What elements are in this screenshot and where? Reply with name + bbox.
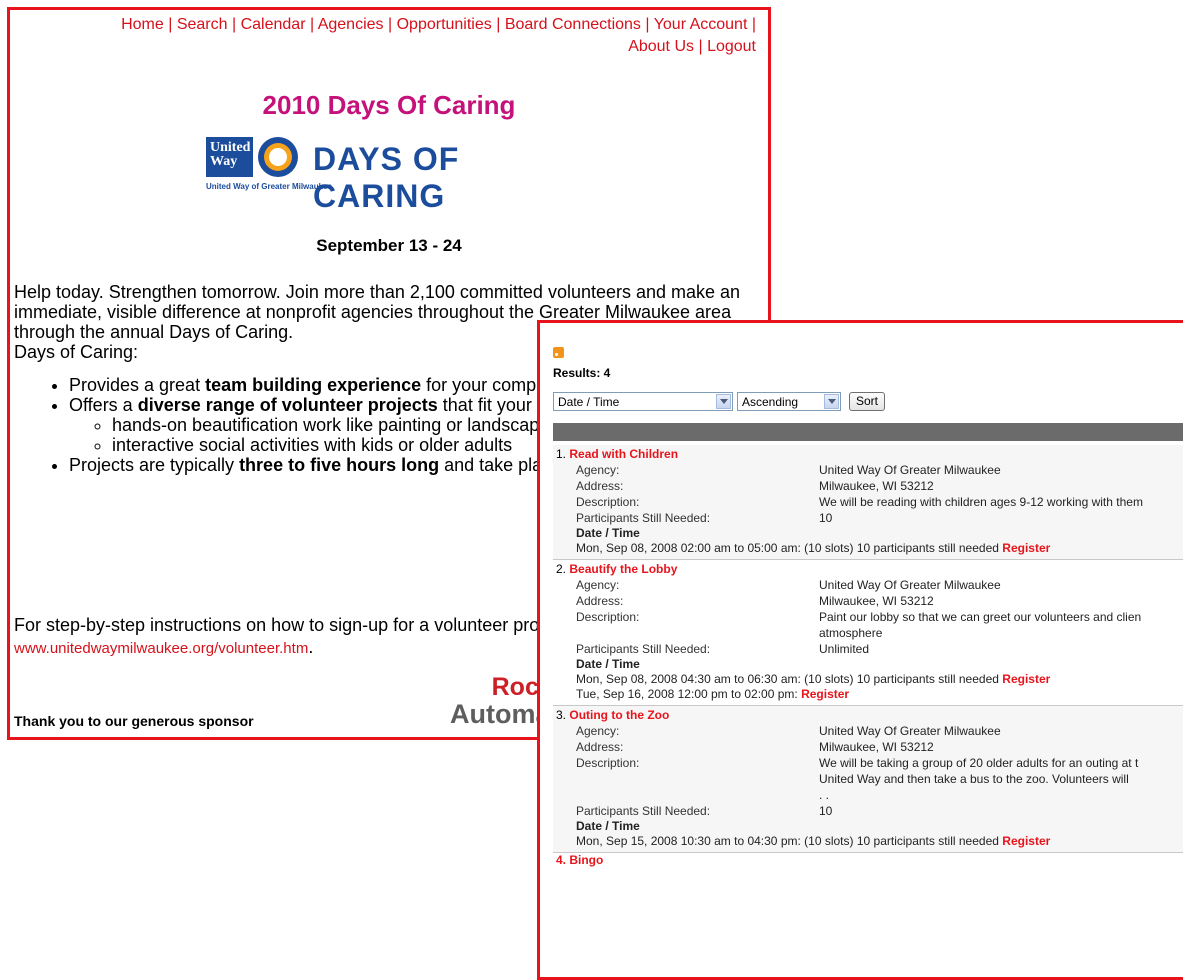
time-slot: Mon, Sep 08, 2008 04:30 am to 06:30 am: … [576, 672, 1051, 686]
register-link[interactable]: Register [801, 687, 849, 701]
address-label: Address: [576, 479, 624, 493]
datetime-heading: Date / Time [576, 819, 640, 833]
rss-feed-icon[interactable] [553, 347, 564, 358]
sort-button[interactable]: Sort [849, 392, 885, 411]
agency-label: Agency: [576, 578, 620, 592]
time-slot: Mon, Sep 15, 2008 10:30 am to 04:30 pm: … [576, 834, 1051, 848]
description-label: Description: [576, 610, 640, 624]
results-count: Results: 4 [553, 366, 611, 380]
register-link[interactable]: Register [1002, 672, 1050, 686]
nav-separator: | [645, 16, 650, 33]
nav-board-connections[interactable]: Board Connections [505, 16, 641, 33]
description-ellipsis: . . [819, 788, 830, 802]
description-continued: United Way and then take a bus to the zo… [819, 772, 1129, 786]
participants-value: 10 [819, 804, 833, 818]
description-value: We will be reading with children ages 9-… [819, 495, 1143, 509]
instructions-text: For step-by-step instructions on how to … [14, 615, 609, 635]
register-link[interactable]: Register [1002, 834, 1050, 848]
description-continued: atmosphere [819, 626, 883, 640]
participants-label: Participants Still Needed: [576, 804, 711, 818]
sort-field-select[interactable]: Date / Time [553, 392, 733, 411]
page-title: 2010 Days Of Caring [262, 90, 516, 120]
opportunity-results-panel: Results: 4 Date / Time Ascending Sort 1.… [537, 320, 1183, 980]
nav-your-account[interactable]: Your Account [654, 16, 748, 33]
address-value: Milwaukee, WI 53212 [819, 740, 934, 754]
opportunity-title: 1. Read with Children [556, 447, 679, 461]
address-label: Address: [576, 740, 624, 754]
nav-home[interactable]: Home [121, 16, 164, 33]
nav-separator: | [168, 16, 173, 33]
nav-calendar[interactable]: Calendar [241, 16, 306, 33]
address-value: Milwaukee, WI 53212 [819, 594, 934, 608]
top-navigation: Home | Search | Calendar | Agencies | Op… [16, 14, 756, 58]
chevron-down-icon[interactable] [824, 394, 839, 409]
nav-agencies[interactable]: Agencies [318, 16, 384, 33]
agency-label: Agency: [576, 724, 620, 738]
results-list: 1. Read with Children Agency: United Way … [553, 445, 1183, 867]
participants-value: Unlimited [819, 642, 870, 656]
united-way-hand-icon [258, 137, 298, 177]
participants-value: 10 [819, 511, 833, 525]
description-label: Description: [576, 756, 640, 770]
united-way-badge: United Way [206, 137, 253, 177]
agency-value: United Way Of Greater Milwaukee [819, 463, 1001, 477]
address-label: Address: [576, 594, 624, 608]
chevron-down-icon[interactable] [716, 394, 731, 409]
nav-separator: | [309, 16, 315, 33]
address-value: Milwaukee, WI 53212 [819, 479, 934, 493]
list-item: 1. Read with Children Agency: United Way … [553, 445, 1183, 560]
description-value: Paint our lobby so that we can greet our… [819, 610, 1142, 624]
nav-separator: | [387, 16, 393, 33]
time-slot: Tue, Sep 16, 2008 12:00 pm to 02:00 pm: … [576, 687, 850, 701]
datetime-heading: Date / Time [576, 526, 640, 540]
opportunity-title: 2. Beautify the Lobby [556, 562, 678, 576]
nav-about-us[interactable]: About Us [628, 38, 694, 55]
description-value: We will be taking a group of 20 older ad… [819, 756, 1139, 770]
nav-separator: | [751, 16, 756, 33]
opportunity-title-partial[interactable]: 4. Bingo [553, 853, 1183, 867]
time-slot: Mon, Sep 08, 2008 02:00 am to 05:00 am: … [576, 541, 1051, 555]
logo-subtitle: United Way of Greater Milwaukee [206, 182, 332, 191]
nav-separator: | [698, 38, 703, 55]
volunteer-link[interactable]: www.unitedwaymilwaukee.org/volunteer.htm [14, 640, 308, 657]
logo-wordmark: DAYS OF CARING [313, 141, 460, 214]
sponsor-thanks: Thank you to our generous sponsor [14, 713, 254, 729]
agency-label: Agency: [576, 463, 620, 477]
nav-search[interactable]: Search [177, 16, 228, 33]
opportunity-title: 3. Outing to the Zoo [556, 708, 670, 722]
participants-label: Participants Still Needed: [576, 642, 711, 656]
list-item: 2. Beautify the Lobby Agency: United Way … [553, 560, 1183, 706]
datetime-heading: Date / Time [576, 657, 640, 671]
nav-opportunities[interactable]: Opportunities [397, 16, 492, 33]
agency-value: United Way Of Greater Milwaukee [819, 578, 1001, 592]
opportunity-link[interactable]: Read with Children [569, 447, 678, 461]
participants-label: Participants Still Needed: [576, 511, 711, 525]
nav-separator: | [496, 16, 501, 33]
event-dates: September 13 - 24 [316, 236, 462, 255]
results-header-bar [553, 423, 1183, 441]
opportunity-link[interactable]: Beautify the Lobby [569, 562, 677, 576]
days-of-caring-logo: United Way DAYS OF CARING United Way of … [206, 137, 576, 214]
list-item: 3. Outing to the Zoo Agency: United Way O… [553, 706, 1183, 853]
nav-separator: | [231, 16, 237, 33]
description-label: Description: [576, 495, 640, 509]
sort-order-select[interactable]: Ascending [737, 392, 841, 411]
opportunity-link[interactable]: Outing to the Zoo [569, 708, 669, 722]
agency-value: United Way Of Greater Milwaukee [819, 724, 1001, 738]
nav-logout[interactable]: Logout [707, 38, 756, 55]
register-link[interactable]: Register [1002, 541, 1050, 555]
